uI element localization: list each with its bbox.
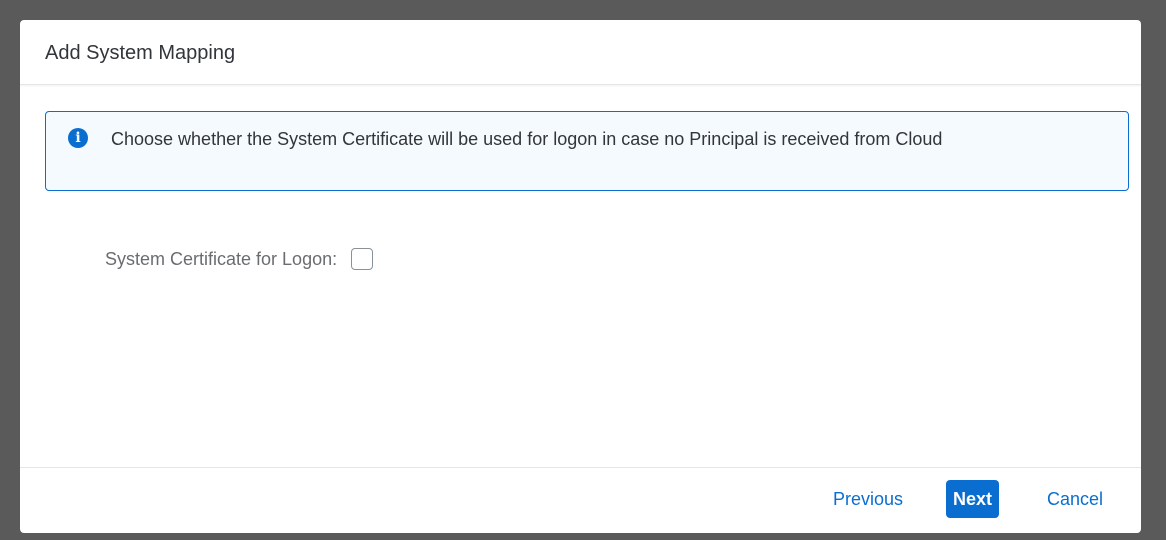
system-certificate-label: System Certificate for Logon:: [105, 248, 338, 269]
info-message-text: Choose whether the System Certificate wi…: [111, 129, 943, 149]
dialog-header: Add System Mapping: [20, 20, 1141, 85]
add-system-mapping-dialog: Add System Mapping i Choose whether the …: [20, 20, 1141, 533]
previous-button[interactable]: Previous: [825, 480, 911, 518]
dialog-title: Add System Mapping: [45, 42, 236, 64]
system-certificate-row: System Certificate for Logon:: [105, 246, 374, 272]
info-icon: i: [68, 128, 88, 148]
next-button[interactable]: Next: [946, 480, 1000, 518]
dialog-footer: Previous Next Cancel: [20, 467, 1141, 533]
cancel-button[interactable]: Cancel: [1039, 480, 1111, 518]
info-message-strip: i Choose whether the System Certificate …: [45, 111, 1129, 191]
system-certificate-checkbox[interactable]: [351, 248, 374, 270]
